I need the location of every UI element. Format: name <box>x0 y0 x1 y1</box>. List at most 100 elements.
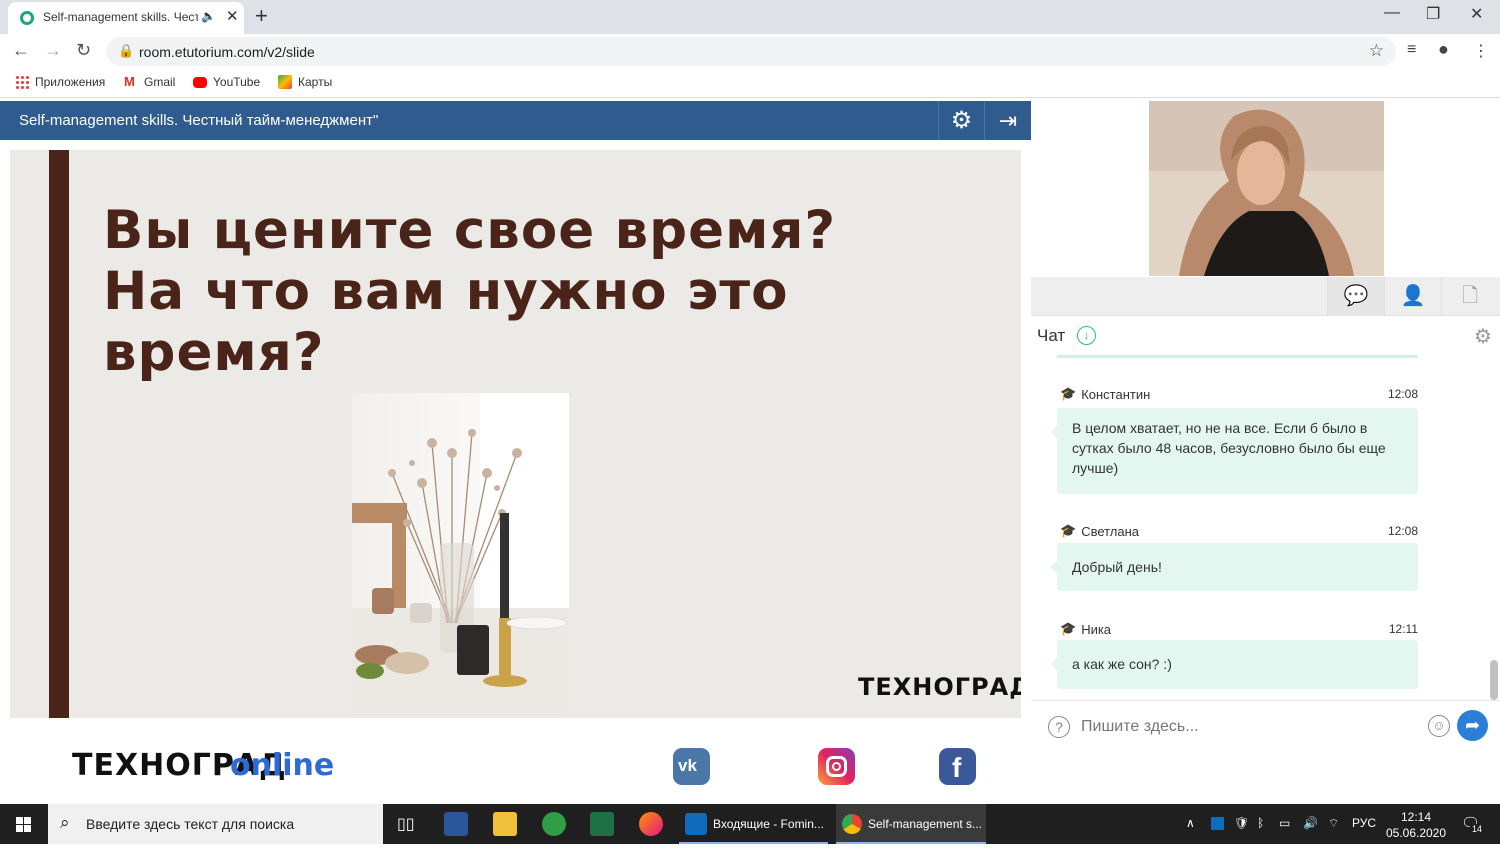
slide-accent-bar <box>49 150 69 718</box>
firefox-icon[interactable] <box>639 812 663 836</box>
clock-time: 12:14 <box>1400 810 1432 824</box>
graduation-cap-icon: 🎓 <box>1060 523 1077 538</box>
tab-files[interactable]: 🗋 <box>1441 277 1498 316</box>
download-chat-icon[interactable]: ↓ <box>1077 326 1096 345</box>
tray-wifi-icon[interactable]: ⌔ <box>1328 816 1339 831</box>
person-icon: 👤 <box>1400 285 1426 307</box>
settings-gear-icon[interactable]: ⚙ <box>938 101 984 140</box>
browser-menu-icon[interactable]: ⋮ <box>1473 41 1489 61</box>
windows-start-button[interactable] <box>0 804 48 844</box>
profile-avatar-icon[interactable]: ● <box>1438 39 1449 60</box>
still-life-photo-image <box>352 393 569 718</box>
author-name: Светлана <box>1081 523 1140 539</box>
slide-question-line: время? <box>103 322 325 383</box>
file-explorer-icon[interactable] <box>493 812 517 836</box>
tab-chat[interactable]: 💬 <box>1327 277 1384 316</box>
author-name: Ника <box>1081 621 1112 637</box>
graduation-cap-icon: 🎓 <box>1060 386 1077 401</box>
youtube-icon <box>193 76 207 88</box>
message-time: 12:11 <box>1388 622 1418 636</box>
help-question-icon[interactable]: ? <box>1048 716 1070 738</box>
reload-icon[interactable]: ↻ <box>76 40 91 61</box>
minimize-window-icon[interactable]: — <box>1384 4 1400 22</box>
omnibox[interactable]: 🔒 room.etutorium.com/v2/slide ☆ <box>106 37 1396 66</box>
taskbar-search-box[interactable]: ⌕ Введите здесь текст для поиска <box>48 804 383 844</box>
exit-room-icon[interactable]: ⇥ <box>984 101 1031 140</box>
webinar-header: Self-management skills. Честный тайм-мен… <box>0 101 1031 140</box>
bookmark-star-icon[interactable]: ☆ <box>1369 41 1384 61</box>
taskbar-app-outlook[interactable]: Входящие - Fomin... <box>679 804 828 844</box>
emoji-smiley-icon[interactable]: ☺ <box>1428 715 1450 737</box>
tray-volume-icon[interactable]: 🔊 <box>1303 816 1318 830</box>
search-icon: ⌕ <box>60 813 70 832</box>
chat-scrollbar[interactable] <box>1490 660 1498 700</box>
tray-security-shield-icon[interactable]: 🛡 <box>1234 816 1249 830</box>
taskbar-app-label: Self-management s... <box>868 817 983 831</box>
tab-participants[interactable]: 👤 <box>1384 277 1441 316</box>
author-name: Константин <box>1081 386 1151 402</box>
maximize-window-icon[interactable]: ❐ <box>1426 4 1440 24</box>
chat-title: Чат <box>1037 326 1066 345</box>
outlook-icon <box>685 813 707 835</box>
tray-bluetooth-icon[interactable]: ᛒ <box>1257 816 1264 830</box>
bookmark-label: Gmail <box>144 75 176 89</box>
chat-input-row: ? ☺ ➦ <box>1031 700 1500 752</box>
presenter-video-image <box>1149 101 1384 276</box>
tab-title: Self-management skills. Чест <box>43 10 198 24</box>
chat-header: Чат ↓ ⚙ <box>1031 316 1500 356</box>
message-bubble: В целом хватает, но не на все. Если б бы… <box>1050 408 1418 494</box>
document-icon: 🗋 <box>1461 285 1479 307</box>
side-panel-tabs: 💬 👤 🗋 <box>1031 277 1500 316</box>
message-time: 12:08 <box>1387 524 1418 538</box>
chat-settings-gear-icon[interactable]: ⚙ <box>1474 324 1492 349</box>
chat-message-input[interactable] <box>1081 714 1421 740</box>
excel-icon[interactable] <box>590 812 614 836</box>
tray-battery-icon[interactable]: ▭ <box>1279 816 1290 830</box>
maps-pin-icon <box>278 75 292 89</box>
browser-globe-icon[interactable] <box>542 812 566 836</box>
notifications-count-badge: 14 <box>1470 824 1485 834</box>
message-author: 🎓 Светлана <box>1060 523 1139 539</box>
url-text[interactable]: room.etutorium.com/v2/slide <box>139 44 315 60</box>
bookmark-apps[interactable]: Приложения <box>15 75 105 89</box>
message-bubble: а как же сон? :) <box>1050 640 1418 689</box>
slide-question-line: Вы цените свое время? <box>103 200 837 261</box>
media-control-icon[interactable]: ≡ <box>1407 41 1416 59</box>
message-author: 🎓 Ника <box>1060 621 1111 637</box>
etutorium-favicon-icon <box>20 11 34 25</box>
address-toolbar: ← → ↻ 🔒 room.etutorium.com/v2/slide ☆ ≡ … <box>0 34 1500 68</box>
word-icon[interactable] <box>444 812 468 836</box>
task-view-icon[interactable]: ▯▯ <box>397 814 415 834</box>
close-tab-icon[interactable]: ✕ <box>226 7 239 25</box>
bookmarks-bar: Приложения M Gmail YouTube Карты <box>0 68 1500 98</box>
windows-logo-icon <box>16 817 31 832</box>
instagram-icon[interactable] <box>818 748 855 785</box>
forward-arrow-icon[interactable]: → <box>44 40 62 61</box>
facebook-icon[interactable]: f <box>939 748 976 785</box>
slide-footer: ТЕХНОГРАД online vk f <box>0 718 1031 804</box>
lock-icon[interactable]: 🔒 <box>118 43 134 59</box>
new-tab-button[interactable]: + <box>255 3 268 29</box>
message-author: 🎓 Константин <box>1060 386 1150 402</box>
bookmark-youtube[interactable]: YouTube <box>193 75 260 89</box>
back-arrow-icon[interactable]: ← <box>12 40 30 61</box>
taskbar-search-placeholder: Введите здесь текст для поиска <box>86 816 295 832</box>
input-language-indicator[interactable]: РУС <box>1352 816 1376 830</box>
slide-question: Вы цените свое время? На что вам нужно э… <box>103 200 983 383</box>
tray-outlook-icon[interactable] <box>1211 817 1224 830</box>
send-message-button[interactable]: ➦ <box>1457 710 1488 741</box>
close-window-icon[interactable]: ✕ <box>1470 4 1483 24</box>
bookmark-label: Приложения <box>35 75 106 89</box>
browser-tab[interactable]: Self-management skills. Чест 🔈 ✕ <box>8 2 244 34</box>
vk-icon[interactable]: vk <box>673 748 710 785</box>
audio-playing-icon[interactable]: 🔈 <box>201 9 216 23</box>
bookmark-gmail[interactable]: M Gmail <box>124 75 176 90</box>
tray-overflow-chevron-icon[interactable]: ∧ <box>1186 816 1195 830</box>
taskbar-app-chrome[interactable]: Self-management s... <box>836 804 986 844</box>
apps-grid-icon <box>15 75 29 89</box>
online-logo-text: online <box>230 748 335 783</box>
bookmark-label: Карты <box>298 75 333 89</box>
browser-tab-bar: Self-management skills. Чест 🔈 ✕ + — ❐ ✕ <box>0 0 1500 34</box>
bookmark-maps[interactable]: Карты <box>278 75 332 89</box>
taskbar-clock[interactable]: 12:14 05.06.2020 <box>1381 809 1451 841</box>
